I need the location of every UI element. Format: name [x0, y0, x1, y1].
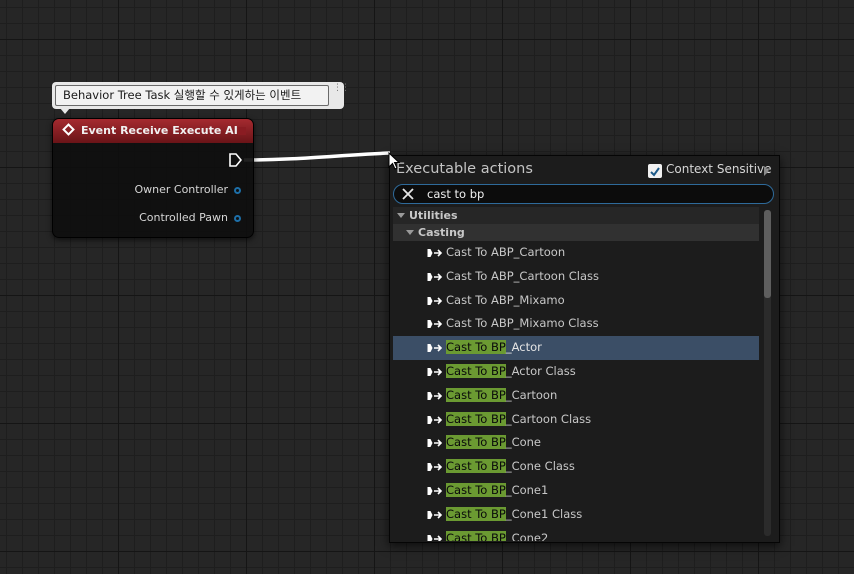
action-item-label: Cast To ABP_Cartoon Class: [446, 268, 600, 283]
action-item[interactable]: Cast To ABP_Mixamo: [393, 289, 759, 313]
comment-tail: [60, 108, 70, 114]
search-match-highlight: Cast To BP: [446, 459, 506, 474]
search-match-highlight: Cast To BP: [446, 387, 506, 402]
action-item-label: _Actor Class: [505, 363, 576, 378]
cast-node-icon: [427, 486, 443, 495]
cast-node-icon: [427, 320, 443, 329]
search-match-highlight: Cast To BP: [446, 435, 506, 450]
action-list[interactable]: Utilities Casting Cast To ABP_Cartoon Cas…: [393, 207, 759, 541]
checkmark-icon: [650, 167, 660, 177]
context-sensitive-label[interactable]: Context Sensitive: [666, 162, 772, 176]
mouse-cursor-icon: [388, 152, 401, 170]
action-items: Cast To ABP_Cartoon Cast To ABP_Cartoon C…: [393, 241, 759, 541]
controlled-pawn-pin[interactable]: Controlled Pawn: [139, 211, 241, 225]
owner-controller-label: Owner Controller: [134, 183, 228, 196]
node-comment-bubble[interactable]: Behavior Tree Task 실행할 수 있게하는 이벤트 ⋮⋮: [52, 82, 350, 114]
action-item-label: Cast To ABP_Mixamo: [446, 292, 565, 307]
event-node-title: Event Receive Execute AI: [81, 124, 238, 137]
object-pin-icon[interactable]: [234, 214, 241, 222]
cast-node-icon: [427, 534, 443, 541]
action-item-label: _Cartoon: [505, 387, 558, 402]
stop-square-icon: [238, 127, 246, 135]
search-match-highlight: Cast To BP: [446, 363, 506, 378]
category-casting[interactable]: Casting: [393, 224, 759, 241]
cast-node-icon: [427, 249, 443, 257]
action-item[interactable]: Cast To BP_Actor: [393, 336, 759, 360]
node-comment-text[interactable]: Behavior Tree Task 실행할 수 있게하는 이벤트: [55, 85, 329, 106]
action-item[interactable]: Cast To BP_Cone1 Class: [393, 503, 759, 527]
scrollbar-thumb[interactable]: [764, 210, 771, 298]
search-field[interactable]: [393, 184, 774, 204]
action-item[interactable]: Cast To ABP_Cartoon: [393, 241, 759, 265]
action-item-label: _Cone: [505, 435, 542, 450]
exec-output-pin-icon[interactable]: [228, 153, 242, 167]
cast-node-icon: [427, 272, 443, 281]
object-pin-icon[interactable]: [234, 186, 241, 194]
search-match-highlight: Cast To BP: [446, 530, 506, 541]
category-label: Casting: [418, 226, 465, 239]
action-item-label: _Cone Class: [505, 459, 575, 474]
search-match-highlight: Cast To BP: [446, 506, 506, 521]
action-item[interactable]: Cast To ABP_Mixamo Class: [393, 312, 759, 336]
action-item[interactable]: Cast To BP_Cartoon Class: [393, 408, 759, 432]
action-item-label: Cast To ABP_Cartoon: [446, 245, 566, 259]
expand-triangle-icon[interactable]: [406, 230, 414, 235]
event-node[interactable]: Event Receive Execute AI Owner Controlle…: [52, 118, 254, 238]
menu-title: Executable actions: [396, 161, 533, 177]
search-match-highlight: Cast To BP: [446, 340, 506, 355]
action-item-label: Cast To ABP_Mixamo Class: [446, 316, 599, 331]
cast-node-icon: [427, 415, 443, 424]
cast-node-icon: [427, 439, 443, 448]
context-sensitive-checkbox[interactable]: [648, 164, 662, 178]
search-input[interactable]: [427, 185, 757, 203]
category-label: Utilities: [409, 209, 458, 222]
search-match-highlight: Cast To BP: [446, 411, 506, 426]
cast-node-icon: [427, 510, 443, 519]
cast-node-icon: [427, 296, 443, 305]
search-match-highlight: Cast To BP: [446, 482, 506, 497]
action-item[interactable]: Cast To BP_Cone Class: [393, 455, 759, 479]
cast-node-icon: [427, 463, 443, 472]
category-utilities[interactable]: Utilities: [393, 207, 759, 224]
action-item[interactable]: Cast To BP_Cone1: [393, 479, 759, 503]
clear-search-icon[interactable]: [402, 188, 414, 200]
action-item-label: _Cone2: [505, 530, 549, 541]
action-item[interactable]: Cast To BP_Cone: [393, 431, 759, 455]
controlled-pawn-label: Controlled Pawn: [139, 211, 228, 224]
action-item-label: _Cone1 Class: [505, 506, 583, 521]
cast-node-icon: [427, 367, 443, 376]
action-item-label: _Cone1: [505, 482, 549, 497]
action-item[interactable]: Cast To ABP_Cartoon Class: [393, 265, 759, 289]
action-item[interactable]: Cast To BP_Actor Class: [393, 360, 759, 384]
comment-pin-icon[interactable]: ⋮⋮: [333, 84, 350, 105]
action-item[interactable]: Cast To BP_Cone2: [393, 527, 759, 541]
action-item-label: _Actor: [505, 340, 542, 355]
scrollbar[interactable]: [764, 210, 771, 536]
action-item[interactable]: Cast To BP_Cartoon: [393, 384, 759, 408]
event-node-header[interactable]: Event Receive Execute AI: [53, 119, 253, 143]
event-diamond-icon: [62, 123, 75, 136]
action-item-label: _Cartoon Class: [505, 411, 592, 426]
cast-node-icon: [427, 391, 443, 400]
action-menu[interactable]: Executable actions Context Sensitive Uti…: [389, 155, 780, 543]
owner-controller-pin[interactable]: Owner Controller: [134, 183, 241, 197]
expand-triangle-icon[interactable]: [397, 213, 405, 218]
chevron-right-icon[interactable]: [764, 166, 769, 176]
cast-node-icon: [427, 344, 443, 353]
